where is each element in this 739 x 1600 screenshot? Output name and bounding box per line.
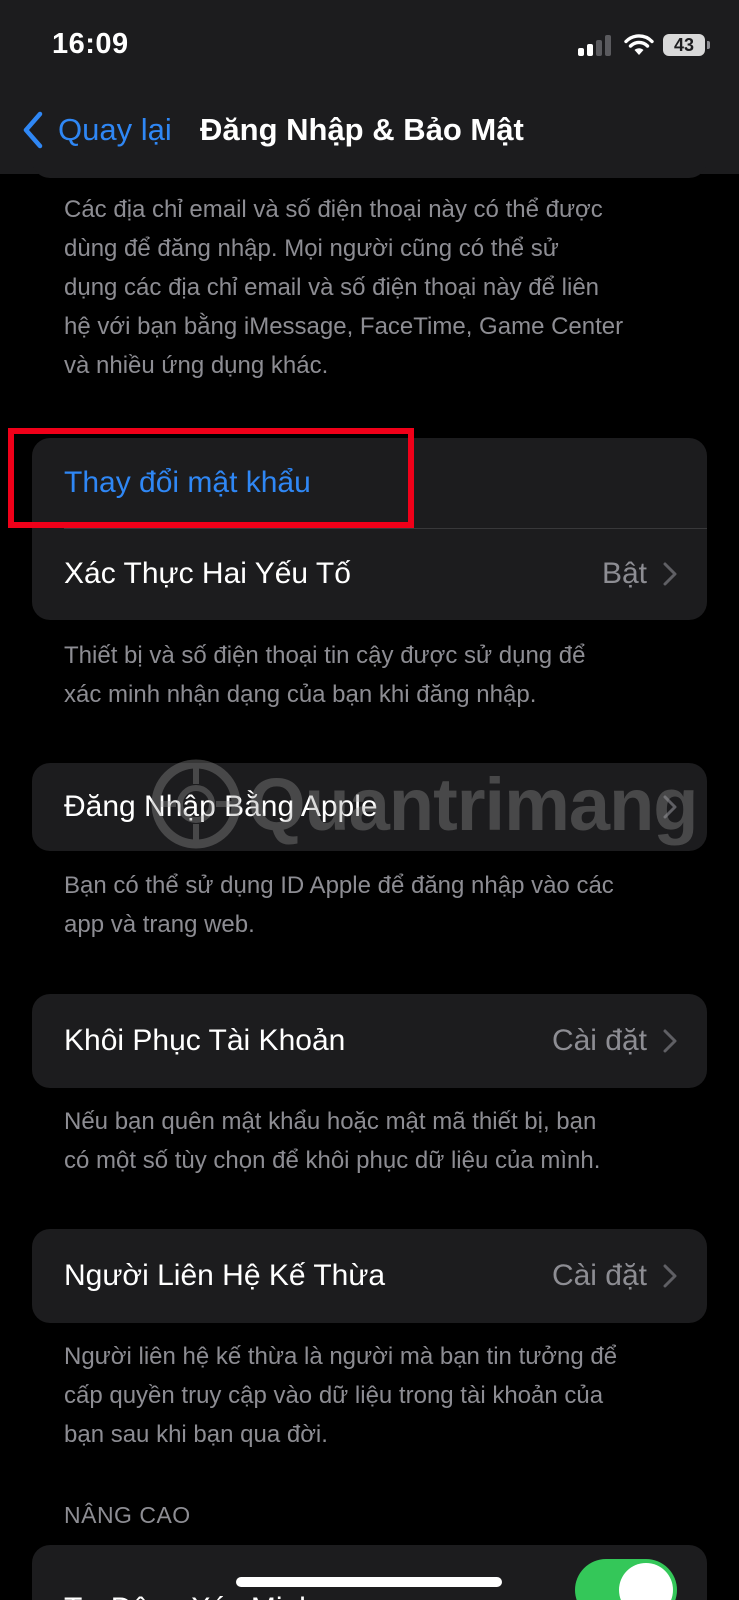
footer-line: app và trang web. [64, 911, 255, 938]
email-phone-footer: Các địa chỉ email và số điện thoại này c… [64, 190, 684, 385]
advanced-section-header: NÂNG CAO [64, 1502, 191, 1528]
footer-line: cấp quyền truy cập vào dữ liệu trong tài… [64, 1382, 604, 1409]
footer-line: Bạn có thể sử dụng ID Apple để đăng nhập… [64, 872, 614, 899]
chevron-left-icon [23, 111, 43, 149]
chevron-right-icon [663, 1264, 677, 1288]
legacy-contact-group: Người Liên Hệ Kế Thừa Cài đặt [32, 1229, 707, 1323]
battery-cap [707, 41, 710, 49]
account-recovery-footer: Nếu bạn quên mật khẩu hoặc mật mã thiết … [64, 1102, 684, 1180]
back-button[interactable]: Quay lại [18, 108, 172, 152]
legacy-contact-row[interactable]: Người Liên Hệ Kế Thừa Cài đặt [32, 1229, 707, 1323]
footer-line: dụng các địa chỉ email và số điện thoại … [64, 274, 600, 301]
battery-icon: 43 [663, 34, 705, 56]
footer-line: Các địa chỉ email và số điện thoại này c… [64, 196, 603, 223]
account-recovery-value: Cài đặt [551, 1024, 647, 1057]
footer-line: bạn sau khi bạn qua đời. [64, 1421, 328, 1448]
two-factor-label: Xác Thực Hai Yếu Tố [64, 557, 351, 590]
apple-signin-footer: Bạn có thể sử dụng ID Apple để đăng nhập… [64, 866, 684, 944]
footer-line: xác minh nhận dạng của bạn khi đăng nhập… [64, 681, 537, 708]
footer-line: dùng để đăng nhập. Mọi người cũng có thể… [64, 235, 559, 262]
footer-line: có một số tùy chọn để khôi phục dữ liệu … [64, 1147, 601, 1174]
change-password-row[interactable]: Thay đổi mật khẩu [32, 438, 707, 528]
two-factor-row[interactable]: Xác Thực Hai Yếu Tố Bật [32, 528, 707, 620]
auto-verify-group: Tự Động Xác Minh [32, 1545, 707, 1600]
legacy-contact-value: Cài đặt [551, 1259, 647, 1292]
footer-line: Người liên hệ kế thừa là người mà bạn ti… [64, 1343, 618, 1370]
account-recovery-group: Khôi Phục Tài Khoản Cài đặt [32, 994, 707, 1088]
apple-signin-group: Đăng Nhập Bằng Apple [32, 763, 707, 851]
cellular-signal-icon [578, 34, 614, 56]
back-label: Quay lại [58, 112, 172, 147]
previous-group-edge [32, 160, 707, 178]
apple-signin-row[interactable]: Đăng Nhập Bằng Apple [32, 763, 707, 851]
wifi-icon [624, 34, 654, 55]
account-recovery-row[interactable]: Khôi Phục Tài Khoản Cài đặt [32, 994, 707, 1088]
footer-line: và nhiều ứng dụng khác. [64, 352, 329, 379]
battery-level: 43 [673, 35, 695, 55]
auto-verify-row: Tự Động Xác Minh [32, 1545, 707, 1600]
legacy-contact-label: Người Liên Hệ Kế Thừa [64, 1259, 386, 1292]
apple-signin-label: Đăng Nhập Bằng Apple [64, 790, 378, 823]
footer-line: Thiết bị và số điện thoại tin cậy được s… [64, 642, 586, 669]
footer-line: Nếu bạn quên mật khẩu hoặc mật mã thiết … [64, 1108, 597, 1135]
footer-line: hệ với bạn bằng iMessage, FaceTime, Game… [64, 313, 624, 340]
legacy-contact-footer: Người liên hệ kế thừa là người mà bạn ti… [64, 1337, 684, 1454]
toggle-knob [619, 1563, 673, 1600]
status-bar: 16:09 43 [0, 0, 739, 92]
chevron-right-icon [663, 562, 677, 586]
auto-verify-label: Tự Động Xác Minh [64, 1592, 316, 1600]
auto-verify-toggle[interactable] [575, 1559, 677, 1600]
two-factor-value: Bật [601, 557, 647, 590]
page-title: Đăng Nhập & Bảo Mật [200, 112, 524, 147]
home-indicator[interactable] [236, 1577, 502, 1587]
change-password-label: Thay đổi mật khẩu [64, 466, 311, 499]
status-time: 16:09 [52, 28, 129, 60]
two-factor-footer: Thiết bị và số điện thoại tin cậy được s… [64, 636, 684, 714]
account-recovery-label: Khôi Phục Tài Khoản [64, 1024, 346, 1057]
chevron-right-icon [663, 795, 677, 819]
chevron-right-icon [663, 1029, 677, 1053]
password-group: Thay đổi mật khẩu Xác Thực Hai Yếu Tố Bậ… [32, 438, 707, 620]
